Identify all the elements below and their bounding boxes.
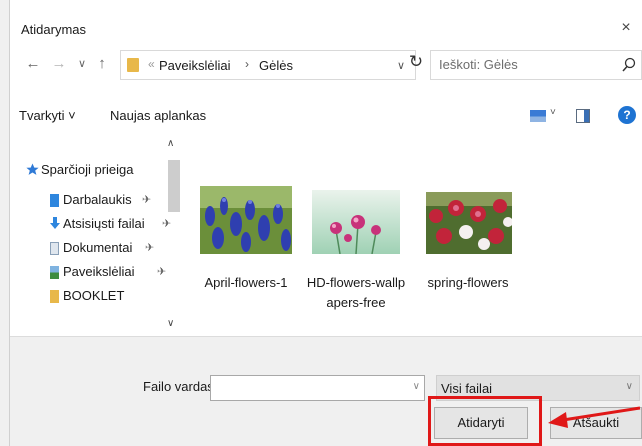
- breadcrumb-pictures[interactable]: Paveikslėliai: [159, 58, 231, 73]
- search-icon[interactable]: [619, 53, 639, 77]
- red-white-flowers-thumbnail: [426, 192, 512, 254]
- folder-icon: [127, 58, 139, 72]
- refresh-icon[interactable]: ↻: [406, 52, 426, 76]
- scroll-up-icon[interactable]: ∧: [167, 138, 174, 149]
- file-name: spring-flowers: [427, 275, 509, 290]
- change-view-icon[interactable]: [530, 110, 546, 122]
- address-bar[interactable]: « Paveikslėliai › Gėlės ∨: [120, 50, 416, 80]
- search-box[interactable]: [430, 50, 642, 80]
- address-dropdown-icon[interactable]: ∨: [397, 59, 405, 72]
- star-icon: [26, 163, 39, 175]
- back-arrow-icon[interactable]: ←: [24, 54, 42, 74]
- file-name: HD-flowers-wallp: [306, 275, 406, 290]
- pin-icon[interactable]: ✈: [157, 265, 166, 278]
- sidebar-item-label: BOOKLET: [63, 288, 125, 303]
- filename-input[interactable]: [215, 377, 405, 399]
- documents-icon: [50, 242, 59, 255]
- close-button[interactable]: ×: [616, 18, 636, 38]
- sidebar-scrollbar-thumb[interactable]: [168, 160, 180, 212]
- sidebar-item-label: Atsisiųsti failai: [63, 216, 145, 231]
- file-name-continued: apers-free: [326, 295, 386, 310]
- search-input[interactable]: [439, 57, 609, 72]
- folder-icon: [50, 290, 59, 303]
- navigation-bar: ← → ∨ ↑ « Paveikslėliai › Gėlės ∨ ↻: [10, 44, 642, 84]
- sidebar-item-label: Sparčioji prieiga: [41, 162, 134, 177]
- file-name: April-flowers-1: [204, 275, 288, 290]
- sidebar-item-label: Paveikslėliai: [63, 264, 135, 279]
- file-type-filter-value: Visi failai: [441, 381, 493, 396]
- navigation-pane: ∧ ∨ Sparčioji prieiga Darbalaukis ✈ Atsi…: [10, 134, 180, 336]
- forward-arrow-icon[interactable]: →: [50, 54, 68, 74]
- title-bar: Atidarymas ×: [10, 0, 642, 40]
- organize-button[interactable]: Tvarkyti ˅: [19, 108, 76, 123]
- command-toolbar: Tvarkyti ˅ Naujas aplankas ˅ ?: [10, 98, 642, 134]
- file-open-dialog: Atidarymas × ← → ∨ ↑ « Paveikslėliai › G…: [0, 0, 642, 446]
- blue-flowers-thumbnail: [200, 186, 292, 254]
- view-options-dropdown-icon[interactable]: ˅: [550, 107, 556, 118]
- up-arrow-icon[interactable]: ↑: [93, 54, 111, 74]
- pictures-icon: [50, 266, 59, 279]
- file-type-dropdown-icon[interactable]: ∨: [626, 381, 633, 392]
- pin-icon[interactable]: ✈: [162, 217, 171, 230]
- sidebar-item-label: Dokumentai: [63, 240, 133, 255]
- recent-locations-chevron-icon[interactable]: ∨: [73, 54, 91, 74]
- downloads-icon: [50, 217, 60, 229]
- breadcrumb-flowers[interactable]: Gėlės: [259, 58, 293, 73]
- help-icon[interactable]: ?: [618, 106, 636, 124]
- new-folder-button[interactable]: Naujas aplankas: [110, 108, 206, 123]
- preview-pane-icon[interactable]: [576, 109, 590, 123]
- background-window-strip: [0, 0, 10, 446]
- pin-icon[interactable]: ✈: [145, 241, 154, 254]
- sidebar-item-label: Darbalaukis: [63, 192, 132, 207]
- desktop-folder-icon: [50, 194, 59, 207]
- filename-combobox[interactable]: ∨: [210, 375, 425, 401]
- breadcrumb-separator-icon[interactable]: ›: [245, 57, 249, 71]
- filename-label: Failo vardas:: [143, 379, 218, 394]
- cancel-button[interactable]: Atšaukti: [550, 407, 642, 439]
- open-button-highlight-box: [428, 396, 542, 446]
- breadcrumb-overflow-icon[interactable]: «: [148, 57, 155, 71]
- dialog-title: Atidarymas: [21, 22, 87, 37]
- scroll-down-icon[interactable]: ∨: [167, 318, 174, 329]
- file-list: April-flowers-1 HD-flowers-wallp apers-f…: [186, 134, 642, 336]
- pink-flowers-thumbnail: [312, 190, 400, 254]
- pin-icon[interactable]: ✈: [142, 193, 151, 206]
- dialog-footer: Failo vardas: ∨ Visi failai ∨ Atšaukti A…: [10, 336, 642, 446]
- filename-dropdown-icon[interactable]: ∨: [413, 381, 420, 392]
